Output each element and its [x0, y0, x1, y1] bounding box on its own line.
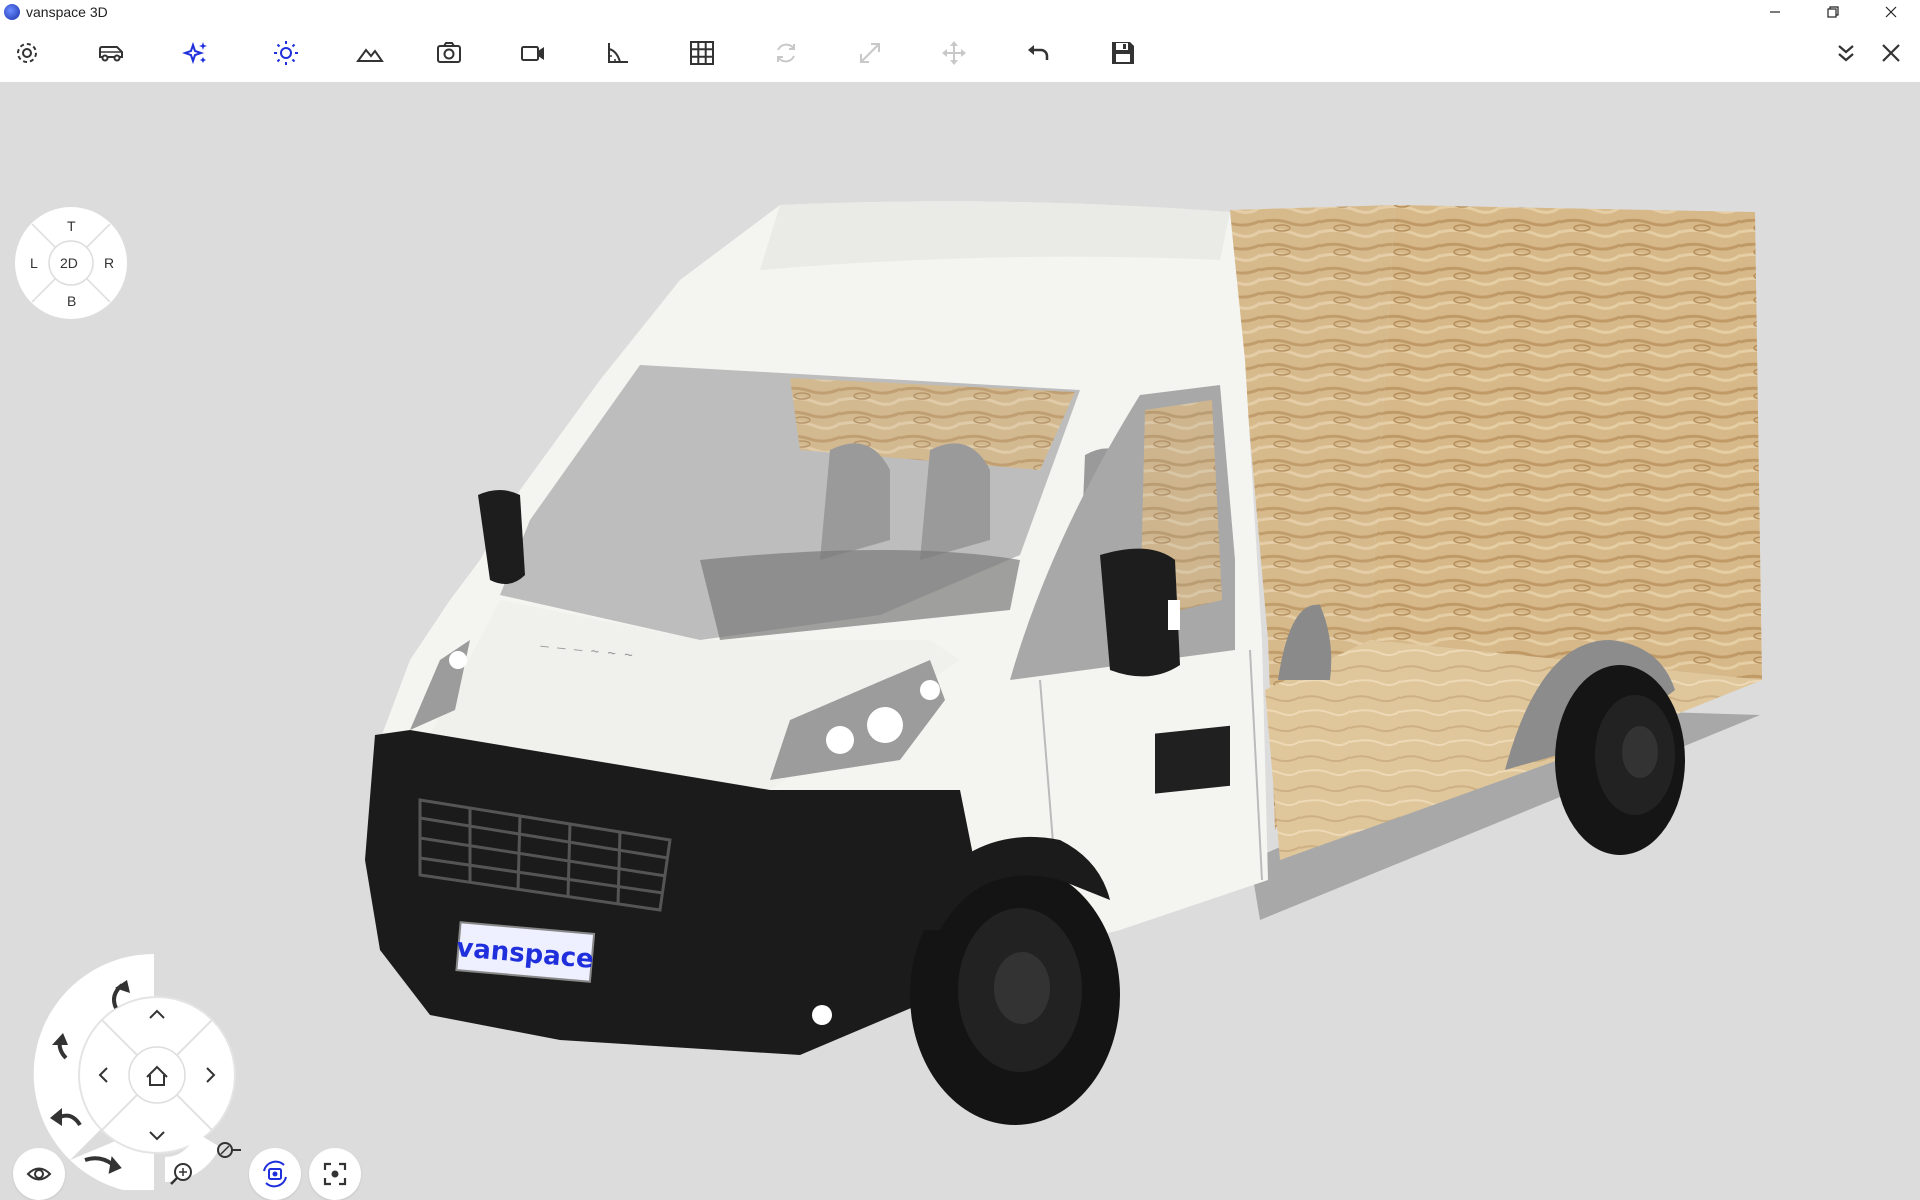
view-bottom-button[interactable]: B	[67, 293, 76, 309]
eye-icon	[26, 1167, 52, 1181]
sun-icon	[274, 41, 298, 65]
move-button[interactable]	[937, 36, 971, 70]
measure-button[interactable]	[600, 36, 634, 70]
view-left-button[interactable]: L	[30, 255, 38, 271]
focus-frame-icon	[323, 1162, 347, 1186]
view-cube[interactable]: T L 2D R B	[14, 206, 128, 320]
resize-button[interactable]	[853, 36, 887, 70]
view-2d-button[interactable]: 2D	[60, 255, 78, 271]
collapse-toolbar-button[interactable]	[1829, 36, 1863, 70]
video-icon	[521, 46, 544, 61]
app-logo-icon	[4, 4, 20, 20]
visibility-button[interactable]	[13, 1148, 65, 1200]
terrain-icon	[356, 48, 384, 62]
save-icon	[1112, 42, 1134, 64]
minimize-button[interactable]	[1746, 0, 1804, 24]
close-icon	[1882, 44, 1900, 62]
grid-button[interactable]	[685, 36, 719, 70]
view-top-button[interactable]: T	[67, 218, 76, 234]
move-icon	[942, 41, 966, 65]
effects-button[interactable]	[179, 36, 213, 70]
video-button[interactable]	[516, 36, 550, 70]
van-scene: — — — ~ ~ ~ vanspace	[365, 201, 1762, 1125]
rotate-icon	[777, 43, 795, 63]
restore-button[interactable]	[1804, 0, 1862, 24]
3d-viewport[interactable]: — — — ~ ~ ~ vanspace T L 2D R B	[0, 82, 1920, 1200]
cargo-back-wall	[1370, 205, 1762, 680]
close-window-button[interactable]	[1862, 0, 1920, 24]
environment-button[interactable]	[353, 36, 387, 70]
close-icon	[1885, 6, 1897, 18]
lighting-button[interactable]	[269, 36, 303, 70]
double-chevron-down-icon	[1838, 45, 1854, 62]
main-toolbar	[0, 24, 1920, 83]
restore-icon	[1827, 6, 1839, 18]
settings-icon	[17, 43, 37, 63]
undo-button[interactable]	[1021, 36, 1055, 70]
grid-icon	[690, 41, 714, 65]
camera-icon	[437, 42, 461, 63]
ruler-angle-icon	[608, 43, 628, 63]
screenshot-button[interactable]	[432, 36, 466, 70]
rotate-button[interactable]	[769, 36, 803, 70]
view-right-button[interactable]: R	[104, 255, 114, 271]
undo-icon	[1028, 45, 1049, 60]
close-panel-button[interactable]	[1874, 36, 1908, 70]
orbit-camera-icon	[263, 1160, 287, 1188]
settings-button[interactable]	[10, 36, 44, 70]
window-title: vanspace 3D	[26, 4, 108, 20]
orbit-camera-button[interactable]	[249, 1148, 301, 1200]
vehicle-button[interactable]	[94, 36, 128, 70]
save-button[interactable]	[1106, 36, 1140, 70]
minimize-icon	[1770, 11, 1780, 13]
sparkle-icon	[182, 41, 207, 65]
van-icon	[99, 46, 123, 62]
fit-view-button[interactable]	[309, 1148, 361, 1200]
resize-icon	[860, 43, 880, 63]
window-titlebar: vanspace 3D	[0, 0, 1920, 24]
